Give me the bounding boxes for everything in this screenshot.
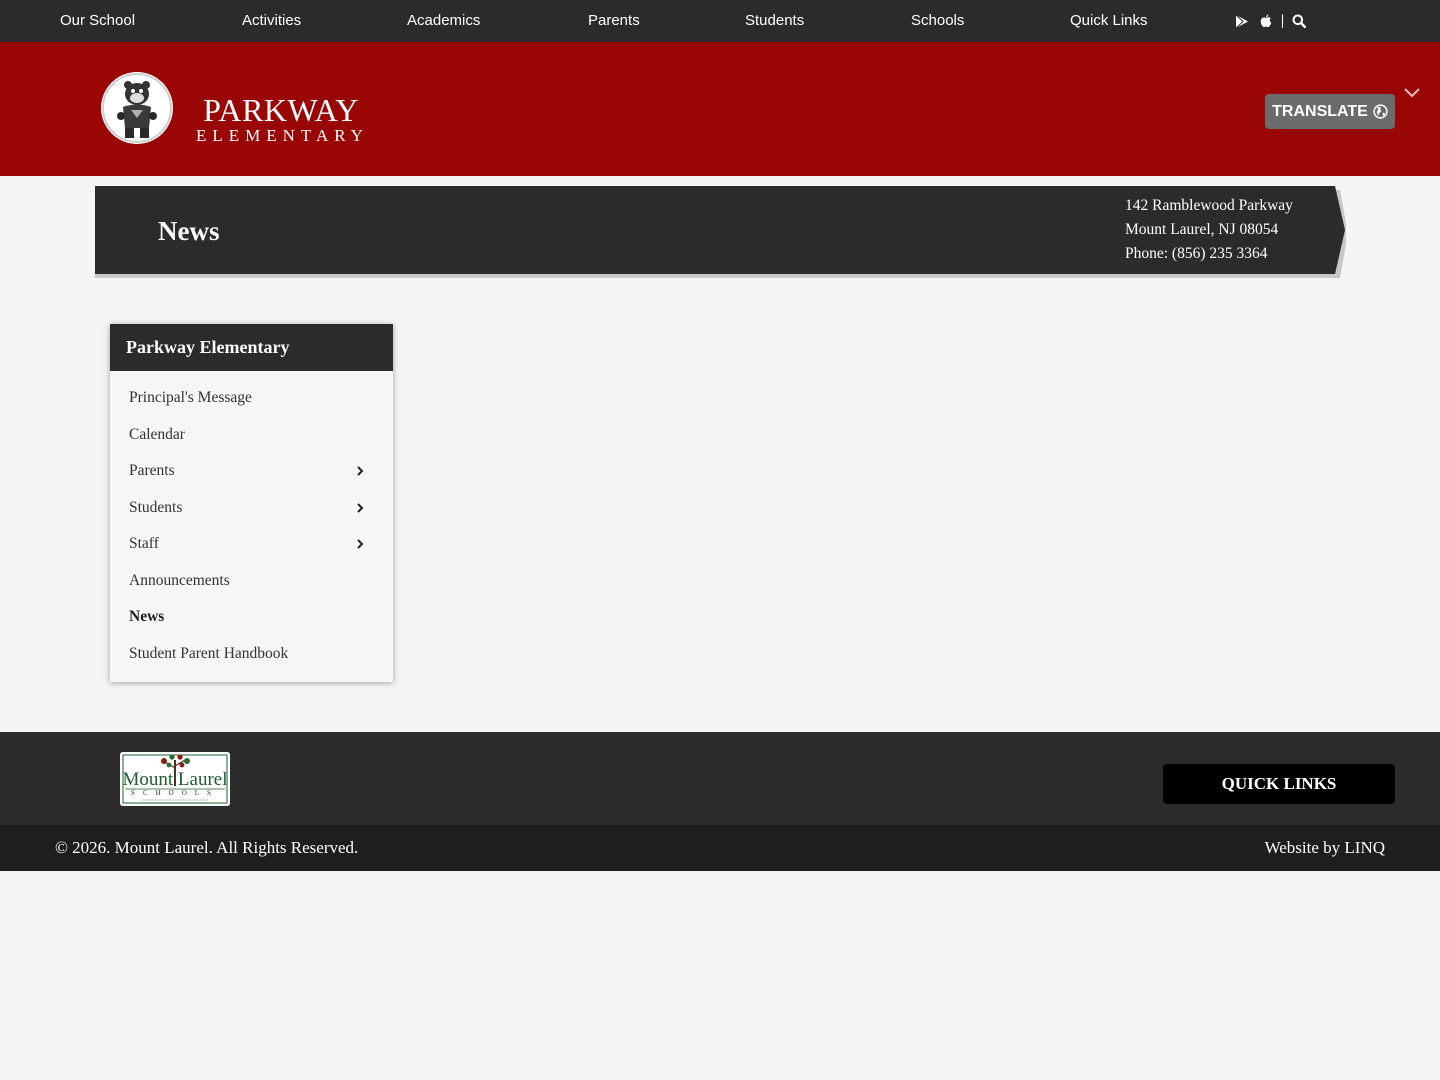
school-name-line2: ELEMENTARY: [196, 126, 369, 145]
globe-icon: [1373, 104, 1388, 119]
nav-item-schools[interactable]: Schools: [911, 0, 964, 42]
copyright-bar: © 2026. Mount Laurel. All Rights Reserve…: [0, 825, 1440, 871]
school-name-line1: PARKWAY: [203, 92, 359, 128]
logo-text-line1: Mount Laurel: [122, 769, 227, 790]
page-banner: News 142 Ramblewood Parkway Mount Laurel…: [95, 186, 1346, 278]
nav-item-students[interactable]: Students: [745, 0, 804, 42]
chevron-down-icon[interactable]: [1403, 84, 1421, 102]
sidebar-item-student-parent-handbook[interactable]: Student Parent Handbook: [110, 639, 393, 676]
sidebar-item-label: Staff: [129, 535, 159, 552]
sidebar-item-news[interactable]: News: [110, 602, 393, 639]
translate-button[interactable]: TRANSLATE: [1265, 94, 1395, 129]
sidebar-item-label: Students: [129, 498, 183, 516]
logo-text-line2: SCHOOLS: [131, 789, 219, 797]
sidebar-item-students[interactable]: Students: [110, 493, 393, 530]
school-address: 142 Ramblewood Parkway Mount Laurel, NJ …: [1125, 194, 1293, 266]
page-title: News: [158, 216, 220, 246]
footer: Mount Laurel SCHOOLS QUICK LINKS: [0, 732, 1440, 825]
top-navigation: Our School Activities Academics Parents …: [0, 0, 1440, 42]
school-logo[interactable]: [101, 72, 173, 144]
nav-item-academics[interactable]: Academics: [407, 0, 480, 42]
sidebar-item-label: Parents: [129, 462, 175, 479]
sidebar-item-label: News: [129, 608, 165, 625]
mount-laurel-logo-icon: Mount Laurel SCHOOLS: [120, 752, 230, 806]
district-logo[interactable]: Mount Laurel SCHOOLS: [120, 752, 230, 806]
nav-item-activities[interactable]: Activities: [242, 0, 301, 42]
sidebar-item-calendar[interactable]: Calendar: [110, 420, 393, 457]
website-credit-link[interactable]: Website by LINQ: [1265, 825, 1385, 871]
google-play-icon[interactable]: [1230, 0, 1254, 42]
sidebar-item-label: Student Parent Handbook: [129, 644, 289, 662]
phone-number: Phone: (856) 235 3364: [1125, 245, 1268, 262]
sidebar-item-staff[interactable]: Staff: [110, 529, 393, 566]
school-header: PARKWAY ELEMENTARY TRANSLATE: [0, 42, 1440, 176]
chevron-right-icon[interactable]: [354, 465, 366, 477]
nav-icon-group: [1230, 0, 1311, 42]
chevron-right-icon[interactable]: [354, 538, 366, 550]
sidebar-item-label: Announcements: [129, 571, 230, 589]
nav-item-our-school[interactable]: Our School: [60, 0, 135, 42]
chevron-right-icon[interactable]: [354, 502, 366, 514]
sidebar-item-principals-message[interactable]: Principal's Message: [110, 383, 393, 420]
nav-divider: [1282, 14, 1283, 28]
sidebar-list: Principal's Message Calendar Parents Stu…: [110, 371, 393, 675]
sidebar-item-parents[interactable]: Parents: [110, 456, 393, 493]
sidebar-item-label: Calendar: [129, 425, 185, 443]
address-line2: Mount Laurel, NJ 08054: [1125, 221, 1279, 238]
sidebar-heading: Parkway Elementary: [110, 324, 393, 371]
nav-item-quick-links[interactable]: Quick Links: [1070, 0, 1148, 42]
nav-item-parents[interactable]: Parents: [588, 0, 640, 42]
search-icon[interactable]: [1287, 0, 1311, 42]
apple-icon[interactable]: [1254, 0, 1278, 42]
copyright-text: © 2026. Mount Laurel. All Rights Reserve…: [55, 838, 359, 857]
panther-mascot-icon: [102, 73, 172, 143]
school-name[interactable]: PARKWAY ELEMENTARY: [196, 94, 366, 146]
translate-label: TRANSLATE: [1272, 102, 1368, 120]
sidebar-item-announcements[interactable]: Announcements: [110, 566, 393, 603]
sidebar-item-label: Principal's Message: [129, 389, 252, 406]
sidebar-navigation: Parkway Elementary Principal's Message C…: [110, 324, 393, 682]
quick-links-button[interactable]: QUICK LINKS: [1163, 764, 1395, 804]
address-line1: 142 Ramblewood Parkway: [1125, 197, 1293, 214]
